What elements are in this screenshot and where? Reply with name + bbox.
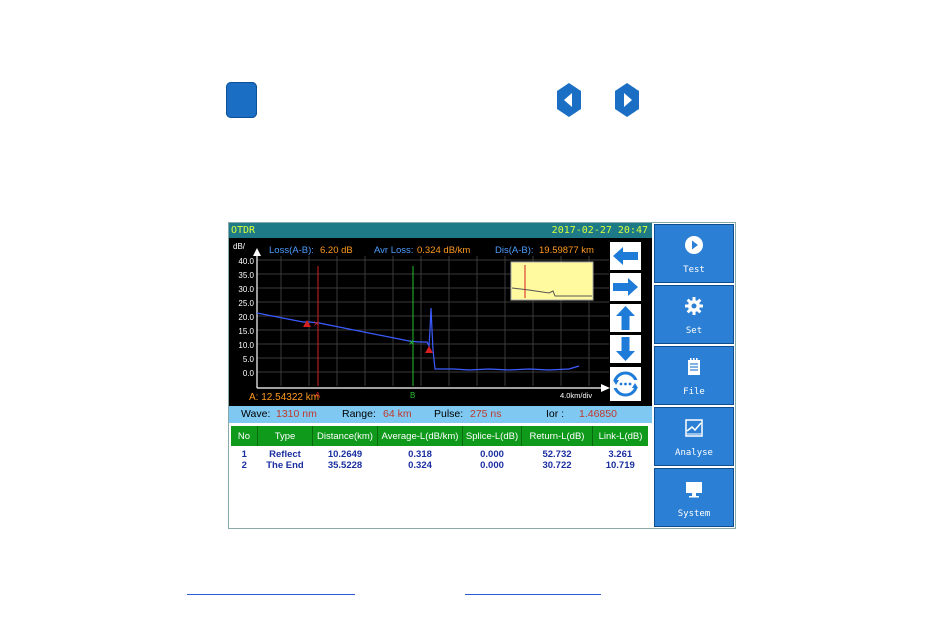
table-header-row: No Type Distance(km) Average-L(dB/km) Sp… [231,426,648,446]
col-distance: Distance(km) [312,426,378,446]
svg-text:×: × [313,319,320,328]
zoom-down-button[interactable] [610,335,641,363]
menu-set-button[interactable]: Set [654,285,734,344]
arrow-up-icon [616,306,635,330]
ior-label: Ior : [546,408,565,420]
trace-plot[interactable]: × × Loss(A-B): 6.20 dB Avr Loss: 0.324 d… [229,238,652,406]
range-value: 64 km [383,408,412,420]
y-axis-ticks: 40.0 35.0 30.0 25.0 20.0 15.0 10.0 5.0 0… [232,255,254,381]
cursor-readout: A: 12.54322 km [249,392,320,403]
cell-splice-loss: 0.000 [480,460,504,471]
cell-link-loss: 10.719 [605,460,635,471]
side-menu: Test Set File Analyse System [653,223,735,528]
col-return-loss: Return-L(dB) [521,426,593,446]
app-title: OTDR [231,225,256,236]
wave-label: Wave: [241,408,271,420]
loss-label: Loss(A-B): [269,245,314,256]
col-average-loss: Average-L(dB/km) [377,426,463,446]
svg-text:×: × [408,338,415,347]
cell-return-loss: 52.732 [542,449,572,460]
arrow-left-icon [613,247,638,265]
table-row[interactable]: 1 Reflect 10.2649 0.318 0.000 52.732 3.2… [231,449,648,460]
table-row[interactable]: 2 The End 35.5228 0.324 0.000 30.722 10.… [231,460,648,471]
y-tick: 0.0 [242,369,254,378]
arrow-right-icon [613,278,638,296]
dis-value: 19.59877 km [539,245,594,256]
y-tick: 5.0 [242,355,254,364]
col-type: Type [257,426,313,446]
y-tick: 30.0 [238,285,254,294]
wave-value: 1310 nm [276,408,317,420]
menu-label: System [677,509,711,519]
arrow-down-icon [616,337,635,361]
menu-label: Analyse [675,448,713,458]
monitor-icon [686,482,702,498]
play-icon [685,236,703,254]
datetime: 2017-02-27 20:47 [551,225,648,236]
y-tick: 10.0 [238,341,254,350]
cursor-left-button[interactable] [610,242,641,270]
col-link-loss: Link-L(dB) [592,426,648,446]
menu-system-button[interactable]: System [654,468,734,527]
refresh-icon [612,371,639,397]
menu-analyse-button[interactable]: Analyse [654,407,734,466]
otdr-screen: OTDR 2017-02-27 20:47 × × Loss(A-B): 6.2… [228,222,736,529]
avr-loss-label: Avr Loss: [374,245,414,256]
dis-label: Dis(A-B): [495,245,534,256]
avr-loss-value: 0.324 dB/km [417,245,471,256]
cursor-right-button[interactable] [610,273,641,301]
gear-icon [685,297,703,315]
range-label: Range: [342,408,376,420]
link-underline-right[interactable] [465,594,601,595]
document-icon [688,358,700,375]
cell-type: Reflect [269,449,301,460]
arrow-right-icon[interactable] [614,82,640,118]
reset-view-button[interactable] [610,367,641,401]
cell-distance: 10.2649 [327,449,363,460]
y-axis-unit: dB/ [233,242,246,251]
menu-label: Set [685,326,703,336]
chart-icon [685,419,703,437]
cell-average-loss: 0.318 [408,449,432,460]
cell-link-loss: 3.261 [608,449,633,460]
loss-value: 6.20 dB [320,245,353,256]
blue-square-button[interactable] [226,82,257,118]
cell-distance: 35.5228 [327,460,363,471]
col-no: No [231,426,258,446]
link-underline-left[interactable] [187,594,355,595]
menu-label: Test [683,265,705,275]
y-tick: 35.0 [238,271,254,280]
marker-b-label: B [410,391,416,400]
menu-label: File [683,387,705,397]
info-bar: Wave: 1310 nm Range: 64 km Pulse: 275 ns… [229,406,652,423]
menu-test-button[interactable]: Test [654,224,734,283]
zoom-up-button[interactable] [610,304,641,332]
y-tick: 15.0 [238,327,254,336]
arrow-left-icon[interactable] [556,82,582,118]
ior-value: 1.46850 [579,408,617,420]
cell-no: 2 [241,460,247,471]
cell-return-loss: 30.722 [542,460,572,471]
menu-file-button[interactable]: File [654,346,734,405]
y-tick: 25.0 [238,299,254,308]
y-tick: 20.0 [238,313,254,322]
pulse-value: 275 ns [470,408,502,420]
cell-type: The End [266,460,304,471]
pulse-label: Pulse: [434,408,464,420]
cell-splice-loss: 0.000 [480,449,504,460]
scale-label: 4.0km/div [560,391,593,400]
col-splice-loss: Splice-L(dB) [462,426,522,446]
y-tick: 40.0 [238,257,254,266]
event-table: No Type Distance(km) Average-L(dB/km) Sp… [229,423,652,528]
title-bar: OTDR 2017-02-27 20:47 [229,223,652,238]
cell-average-loss: 0.324 [408,460,432,471]
cell-no: 1 [241,449,247,460]
